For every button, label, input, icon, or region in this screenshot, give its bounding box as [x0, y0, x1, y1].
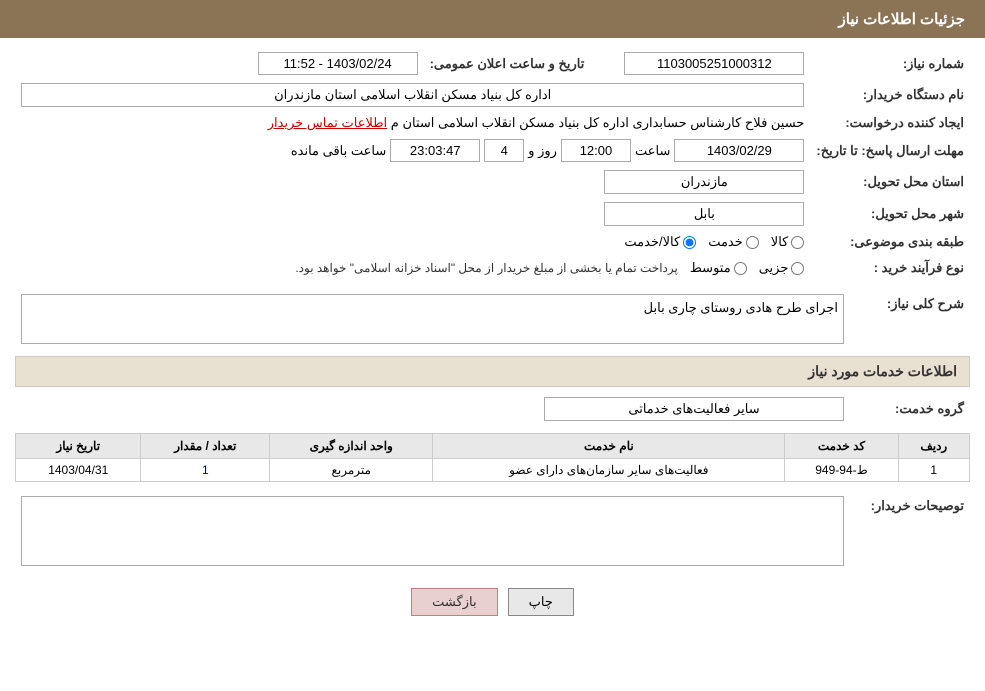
page-header: جزئیات اطلاعات نیاز [0, 0, 985, 38]
col-qty: تعداد / مقدار [141, 434, 270, 459]
deadline-remaining-label: ساعت باقی مانده [291, 143, 386, 159]
services-section-header: اطلاعات خدمات مورد نیاز [15, 356, 970, 387]
organization-label: نام دستگاه خریدار: [810, 79, 970, 111]
organization-value: اداره کل بنیاد مسکن انقلاب اسلامی استان … [15, 79, 810, 111]
date-label: تاریخ و ساعت اعلان عمومی: [424, 48, 591, 79]
purchase-type-label: نوع فرآیند خرید : [810, 254, 970, 282]
cell-code: ط-94-949 [785, 459, 898, 482]
creator-label: ایجاد کننده درخواست: [810, 111, 970, 135]
city-value: بابل [15, 198, 810, 230]
purchase-radio-jozi[interactable]: جزیی [759, 260, 805, 276]
service-group-table: گروه خدمت: سایر فعالیت‌های خدماتی [15, 393, 970, 425]
deadline-remaining: 23:03:47 [390, 139, 480, 162]
province-label: استان محل تحویل: [810, 166, 970, 198]
description-table: شرح کلی نیاز: اجرای طرح هادی روستای چاری… [15, 290, 970, 348]
buyer-desc-table: توصیحات خریدار: [15, 492, 970, 573]
cell-row: 1 [898, 459, 969, 482]
creator-value: حسین فلاح کارشناس حسابداری اداره کل بنیا… [15, 111, 810, 135]
button-row: بازگشت چاپ [15, 588, 970, 616]
table-row: 1 ط-94-949 فعالیت‌های سایر سازمان‌های دا… [16, 459, 970, 482]
deadline-time-label: ساعت [635, 143, 670, 159]
description-area: اجرای طرح هادی روستای چاری بابل [15, 290, 850, 348]
category-radio-both[interactable]: کالا/خدمت [624, 234, 696, 250]
page-title: جزئیات اطلاعات نیاز [839, 11, 966, 28]
buyer-desc-label: توصیحات خریدار: [850, 492, 970, 573]
contact-link[interactable]: اطلاعات تماس خریدار [268, 115, 387, 130]
cell-unit: مترمربع [270, 459, 433, 482]
deadline-row: 1403/02/29 ساعت 12:00 روز و 4 23:03:47 س… [15, 135, 810, 166]
cell-name: فعالیت‌های سایر سازمان‌های دارای عضو [433, 459, 785, 482]
cell-date: 1403/04/31 [16, 459, 141, 482]
service-group-label: گروه خدمت: [850, 393, 970, 425]
category-radio-kala[interactable]: کالا [771, 234, 805, 250]
category-label: طبقه بندی موضوعی: [810, 230, 970, 254]
purchase-notice: پرداخت تمام یا بخشی از مبلغ خریدار از مح… [295, 258, 678, 278]
buyer-desc-area [15, 492, 850, 573]
print-button[interactable]: چاپ [508, 588, 574, 616]
city-label: شهر محل تحویل: [810, 198, 970, 230]
need-number-label: شماره نیاز: [810, 48, 970, 79]
info-table: شماره نیاز: 1103005251000312 تاریخ و ساع… [15, 48, 970, 282]
deadline-day-label: روز و [528, 143, 557, 159]
purchase-radio-motavaset[interactable]: متوسط [690, 260, 747, 276]
need-number-value: 1103005251000312 [590, 48, 810, 79]
col-unit: واحد اندازه گیری [270, 434, 433, 459]
deadline-label: مهلت ارسال پاسخ: تا تاریخ: [810, 135, 970, 166]
description-section-label: شرح کلی نیاز: [850, 290, 970, 348]
service-group-value: سایر فعالیت‌های خدماتی [15, 393, 850, 425]
col-code: کد خدمت [785, 434, 898, 459]
category-radio-group: کالا خدمت کالا/خدمت [15, 230, 810, 254]
col-row: ردیف [898, 434, 969, 459]
date-value: 1403/02/24 - 11:52 [15, 48, 424, 79]
province-value: مازندران [15, 166, 810, 198]
deadline-date: 1403/02/29 [674, 139, 804, 162]
category-radio-khedmat[interactable]: خدمت [708, 234, 759, 250]
services-table: ردیف کد خدمت نام خدمت واحد اندازه گیری ت… [15, 433, 970, 482]
buyer-desc-textarea[interactable] [21, 496, 844, 566]
purchase-type-row: جزیی متوسط پرداخت تمام یا بخشی از مبلغ خ… [15, 254, 810, 282]
cell-qty: 1 [141, 459, 270, 482]
deadline-time: 12:00 [561, 139, 631, 162]
col-name: نام خدمت [433, 434, 785, 459]
back-button[interactable]: بازگشت [411, 588, 497, 616]
col-date: تاریخ نیاز [16, 434, 141, 459]
deadline-days: 4 [484, 139, 524, 162]
